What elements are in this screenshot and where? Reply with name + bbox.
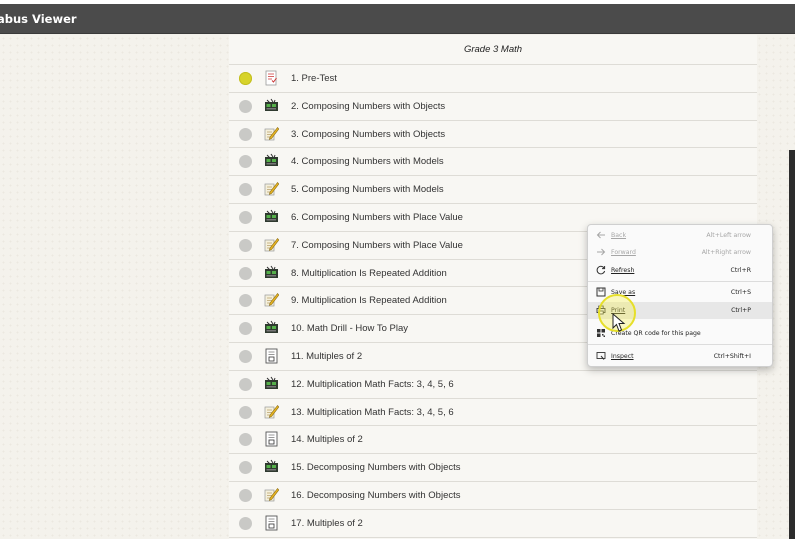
lesson-title[interactable]: 10. Math Drill - How To Play [291,323,408,334]
lesson-title[interactable]: 7. Composing Numbers with Place Value [291,240,463,251]
video-lesson-icon [264,265,279,281]
status-indicator [239,461,252,475]
status-indicator [239,266,252,280]
lesson-row[interactable]: 14. Multiples of 2 [229,426,757,455]
menu-item-label: Refresh [611,267,635,274]
lesson-title[interactable]: 11. Multiples of 2 [291,351,362,362]
status-indicator [239,238,252,252]
practice-pencil-icon [264,237,280,253]
lesson-row[interactable]: 16. Decomposing Numbers with Objects [229,482,757,510]
status-indicator [239,349,252,363]
lesson-title[interactable]: 6. Composing Numbers with Place Value [291,212,463,223]
practice-pencil-icon [264,126,280,142]
save-icon [596,287,606,297]
status-indicator [239,155,252,169]
inspect-icon [596,352,606,360]
video-lesson-icon [264,320,279,336]
lesson-title[interactable]: 17. Multiples of 2 [291,518,363,529]
menu-item-label: Forward [611,249,636,256]
lesson-row[interactable]: 3. Composing Numbers with Objects [229,121,757,149]
status-indicator [239,127,252,141]
lesson-title[interactable]: 15. Decomposing Numbers with Objects [291,462,461,473]
video-lesson-icon [264,209,279,225]
mouse-pointer-icon [612,313,626,332]
lesson-row[interactable]: 1. Pre-Test [229,65,757,93]
lesson-title[interactable]: 12. Multiplication Math Facts: 3, 4, 5, … [291,379,454,390]
arrow-left-icon [596,231,605,239]
arrow-right-icon [597,248,606,256]
menu-item-shortcut: Ctrl+S [730,289,751,296]
menu-item-shortcut: Ctrl+P [731,307,751,314]
test-document-icon [264,70,279,86]
lesson-title[interactable]: 4. Composing Numbers with Models [291,156,444,167]
status-indicator [239,516,252,530]
video-lesson-icon [264,153,279,169]
practice-pencil-icon [264,181,280,197]
lesson-title[interactable]: 1. Pre-Test [291,73,337,84]
menu-item-shortcut: Alt+Left arrow [706,232,751,239]
lesson-title[interactable]: 9. Multiplication Is Repeated Addition [291,295,447,306]
lesson-row[interactable]: 5. Composing Numbers with Models [229,176,757,204]
lesson-row[interactable]: 15. Decomposing Numbers with Objects [229,454,757,482]
practice-pencil-icon [264,404,280,420]
list-heading: Grade 3 Math [229,35,757,65]
status-indicator [239,210,252,224]
lesson-title[interactable]: 3. Composing Numbers with Objects [291,129,445,140]
worksheet-icon [264,348,279,364]
lesson-title[interactable]: 5. Composing Numbers with Models [291,184,444,195]
status-indicator [239,405,252,419]
lesson-row[interactable]: 12. Multiplication Math Facts: 3, 4, 5, … [229,371,757,399]
menu-item-shortcut: Ctrl+Shift+I [713,353,751,360]
status-indicator [239,377,252,391]
qr-code-icon [597,329,605,337]
app-title: abus Viewer [0,12,77,26]
menu-item-refresh[interactable]: Refresh Ctrl+R [588,262,772,279]
status-indicator [239,322,252,336]
menu-separator [588,344,772,345]
practice-pencil-icon [264,292,280,308]
lesson-title[interactable]: 8. Multiplication Is Repeated Addition [291,268,447,279]
status-indicator [239,294,252,308]
menu-item-shortcut: Alt+Right arrow [701,249,751,256]
video-lesson-icon [264,459,279,475]
menu-item-label: Back [611,232,627,239]
app-titlebar: abus Viewer [0,4,795,34]
menu-item-inspect[interactable]: Inspect Ctrl+Shift+I [588,348,772,365]
lesson-row[interactable]: 17. Multiples of 2 [229,510,757,538]
menu-item-label: Inspect [611,353,634,360]
worksheet-icon [264,431,279,447]
video-lesson-icon [264,376,279,392]
menu-item-shortcut: Ctrl+R [730,267,752,274]
practice-pencil-icon [264,487,280,503]
lesson-title[interactable]: 13. Multiplication Math Facts: 3, 4, 5, … [291,407,454,418]
menu-item-back[interactable]: Back Alt+Left arrow [588,227,772,244]
status-indicator [239,72,252,85]
status-indicator [239,433,252,447]
video-lesson-icon [264,98,279,114]
lesson-row[interactable]: 4. Composing Numbers with Models [229,148,757,177]
lesson-title[interactable]: 16. Decomposing Numbers with Objects [291,490,461,501]
status-indicator [239,488,252,502]
lesson-title[interactable]: 14. Multiples of 2 [291,434,363,445]
lesson-row[interactable]: 2. Composing Numbers with Objects [229,93,757,121]
status-indicator [239,99,252,113]
worksheet-icon [264,515,279,531]
lesson-row[interactable]: 13. Multiplication Math Facts: 3, 4, 5, … [229,399,757,427]
refresh-icon [596,265,606,275]
lesson-title[interactable]: 2. Composing Numbers with Objects [291,101,445,112]
right-scroll-edge [789,150,795,539]
menu-separator [588,281,772,282]
menu-item-forward[interactable]: Forward Alt+Right arrow [588,244,772,261]
status-indicator [239,183,252,197]
